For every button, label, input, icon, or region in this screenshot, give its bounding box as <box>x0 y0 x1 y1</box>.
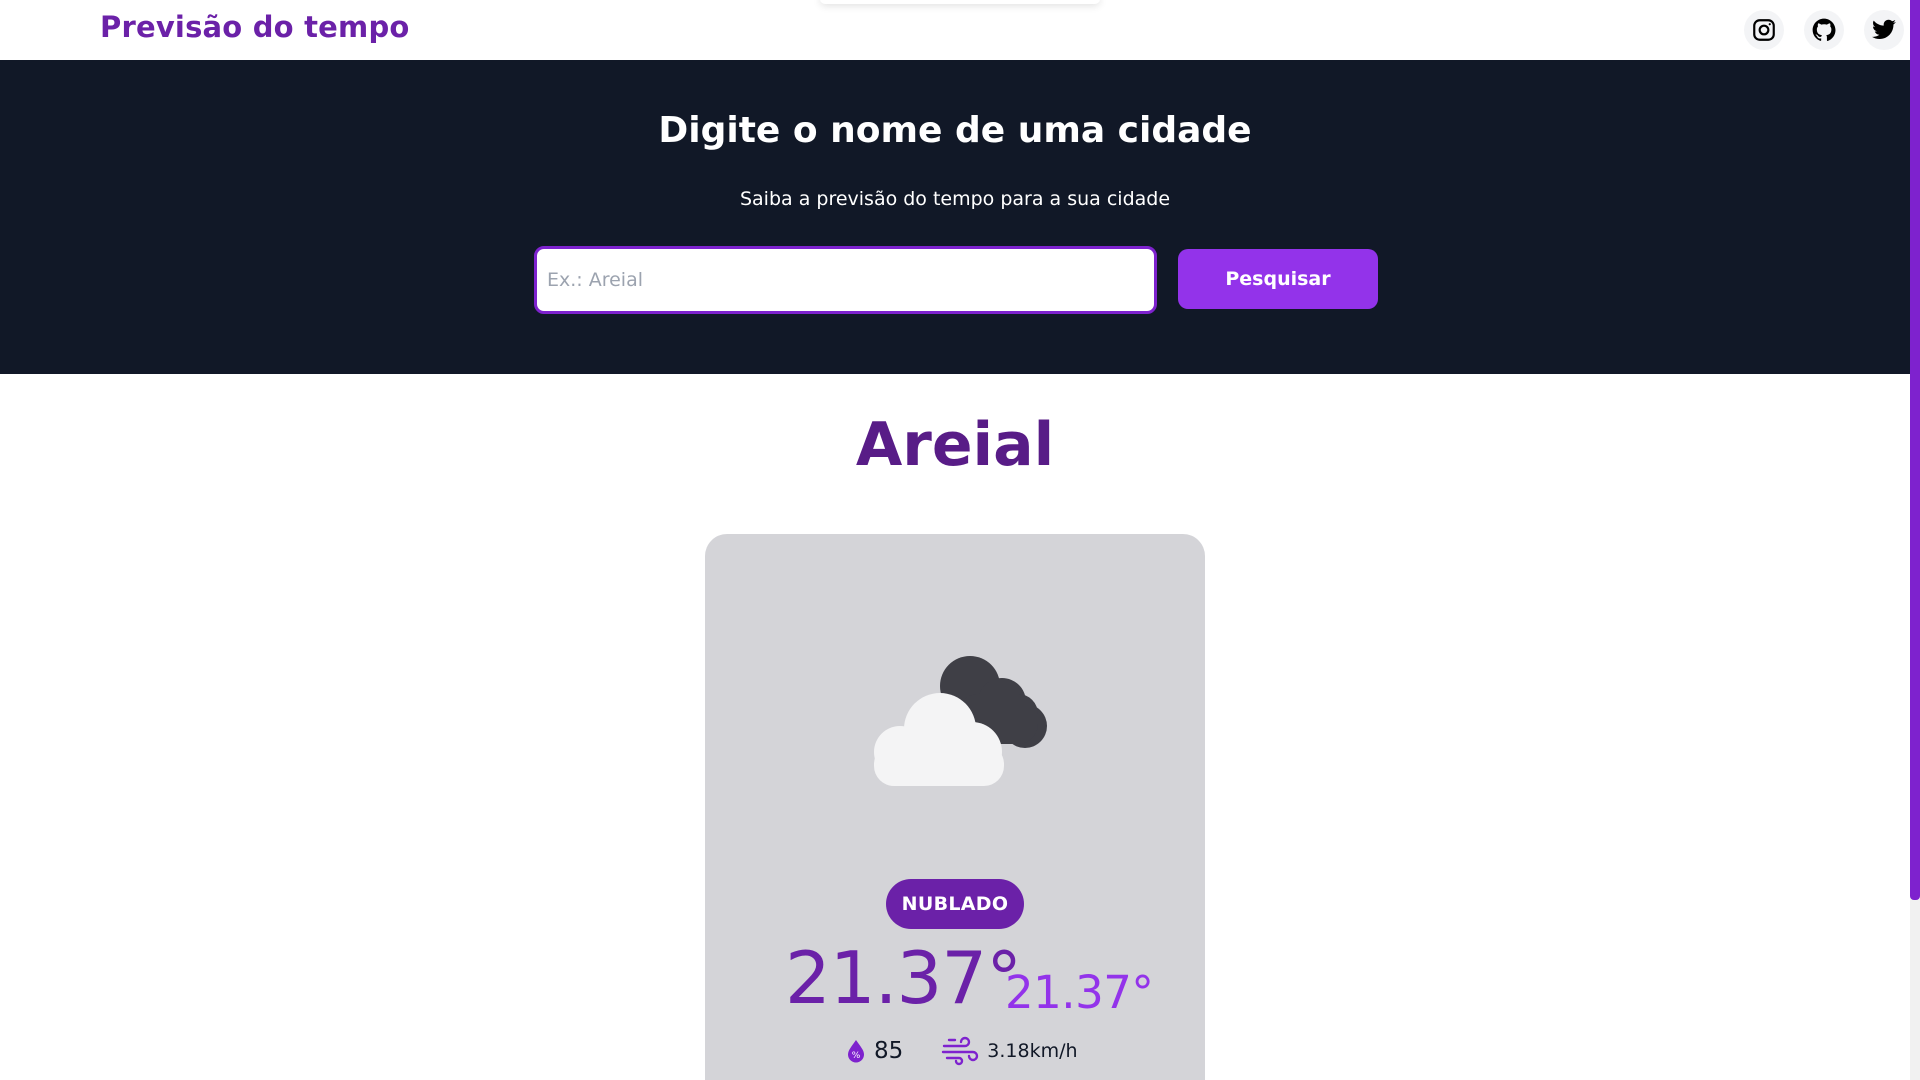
page: Previsão do tempo Digite o nome de uma c… <box>0 0 1920 1080</box>
humidity-value: 85 <box>874 1038 904 1064</box>
hero-title: Digite o nome de uma cidade <box>658 110 1252 151</box>
social-links <box>1744 10 1904 50</box>
weather-card: NUBLADO 21.37° 21.37° % 85 3.18km/h <box>705 534 1205 1080</box>
brand-title[interactable]: Previsão do tempo <box>100 10 410 44</box>
scrollbar-thumb[interactable] <box>1910 0 1920 900</box>
instagram-link[interactable] <box>1744 10 1784 50</box>
github-link[interactable] <box>1804 10 1844 50</box>
temperature-secondary: 21.37° <box>1005 966 1154 1019</box>
search-hero: Digite o nome de uma cidade Saiba a prev… <box>0 60 1910 374</box>
temperature-main: 21.37° <box>785 936 1022 1020</box>
top-shadow-decoration <box>820 0 1100 4</box>
top-navbar: Previsão do tempo <box>0 0 1910 60</box>
humidity-stat: % 85 <box>846 1038 903 1064</box>
city-name: Areial <box>855 410 1055 480</box>
github-icon <box>1812 18 1836 41</box>
weather-stats: % 85 3.18km/h <box>846 1036 1116 1066</box>
twitter-icon <box>1872 19 1896 39</box>
page-scrollbar[interactable] <box>1910 0 1920 1080</box>
wind-value: 3.18km/h <box>987 1040 1078 1062</box>
search-button[interactable]: Pesquisar <box>1178 249 1378 309</box>
hero-subtitle: Saiba a previsão do tempo para a sua cid… <box>739 188 1171 210</box>
wind-stat: 3.18km/h <box>941 1036 1078 1066</box>
condition-badge: NUBLADO <box>886 879 1024 929</box>
city-search-input[interactable] <box>534 246 1157 314</box>
svg-text:%: % <box>852 1051 861 1061</box>
wind-icon <box>941 1036 979 1066</box>
instagram-icon <box>1753 19 1775 41</box>
twitter-link[interactable] <box>1864 10 1904 50</box>
humidity-drop-icon: % <box>846 1039 866 1063</box>
cloudy-night-icon <box>874 656 1047 786</box>
